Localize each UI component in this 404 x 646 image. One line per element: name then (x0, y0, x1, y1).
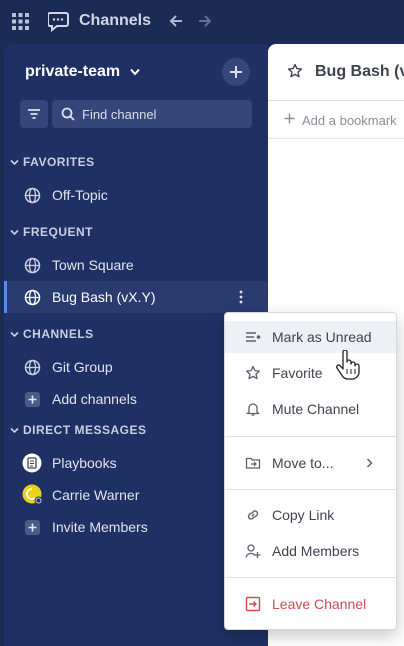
filter-icon (28, 109, 40, 119)
star-icon (245, 365, 261, 380)
channel-options-icon[interactable] (233, 289, 249, 305)
bookmark-bar: Add a bookmark (268, 101, 404, 139)
menu-divider (225, 489, 396, 490)
back-arrow-icon[interactable] (168, 13, 184, 29)
chevron-down-icon (10, 331, 19, 337)
menu-item-copy-link[interactable]: Copy Link (225, 499, 396, 531)
globe-icon (24, 359, 41, 376)
plus-icon (230, 66, 242, 78)
add-bookmark-link[interactable]: Add a bookmark (302, 113, 397, 128)
chevron-down-icon (10, 229, 19, 235)
link-icon (247, 510, 259, 520)
add-button[interactable] (222, 58, 250, 86)
star-icon[interactable] (287, 63, 303, 79)
menu-divider (225, 577, 396, 578)
channel-context-menu: Mark as Unread Favorite Mute Channel Mov… (224, 312, 397, 630)
sidebar-item-bug-bash[interactable]: Bug Bash (vX.Y) (4, 281, 268, 313)
plus-box-icon (25, 392, 40, 407)
chevron-down-icon (10, 427, 19, 433)
chevron-down-icon (10, 159, 19, 165)
find-channel-input[interactable]: Find channel (52, 100, 252, 128)
channels-icon (48, 12, 69, 32)
global-header: Channels (0, 0, 404, 44)
product-menu-icon[interactable] (12, 13, 29, 30)
menu-item-move-to[interactable]: Move to... (225, 447, 396, 479)
playbooks-avatar (22, 453, 42, 473)
product-title: Channels (79, 12, 152, 29)
chevron-down-icon[interactable] (130, 68, 140, 76)
menu-item-favorite[interactable]: Favorite (225, 357, 396, 389)
menu-divider (225, 436, 396, 437)
team-name[interactable]: private-team (25, 63, 120, 81)
mark-unread-icon (246, 332, 261, 342)
globe-icon (24, 289, 41, 306)
menu-item-add-members[interactable]: Add Members (225, 535, 396, 567)
channel-header: Bug Bash (v (268, 44, 404, 101)
leave-icon (245, 596, 261, 612)
plus-icon (284, 113, 295, 124)
hand-pointer-icon (336, 350, 360, 380)
section-channels[interactable]: CHANNELS (10, 327, 94, 341)
menu-item-mark-unread[interactable]: Mark as Unread (225, 321, 396, 353)
sidebar-item-town-square[interactable]: Town Square (4, 249, 268, 281)
menu-item-leave-channel[interactable]: Leave Channel (225, 588, 396, 620)
folder-move-icon (245, 457, 261, 469)
section-frequent[interactable]: FREQUENT (10, 225, 93, 239)
plus-box-icon (25, 520, 40, 535)
globe-icon (24, 257, 41, 274)
channel-title[interactable]: Bug Bash (v (315, 63, 404, 81)
add-member-icon (245, 544, 261, 558)
filter-button[interactable] (20, 100, 48, 128)
sidebar-item-off-topic[interactable]: Off-Topic (4, 179, 268, 211)
section-favorites[interactable]: FAVORITES (10, 155, 95, 169)
search-icon (61, 107, 75, 121)
find-channel-placeholder: Find channel (82, 106, 157, 122)
user-avatar (22, 484, 43, 505)
globe-icon (24, 187, 41, 204)
chevron-right-icon (366, 458, 373, 468)
section-direct-messages[interactable]: DIRECT MESSAGES (10, 423, 147, 437)
menu-item-mute-channel[interactable]: Mute Channel (225, 393, 396, 425)
forward-arrow-icon[interactable] (197, 13, 213, 29)
bell-icon (245, 403, 261, 416)
